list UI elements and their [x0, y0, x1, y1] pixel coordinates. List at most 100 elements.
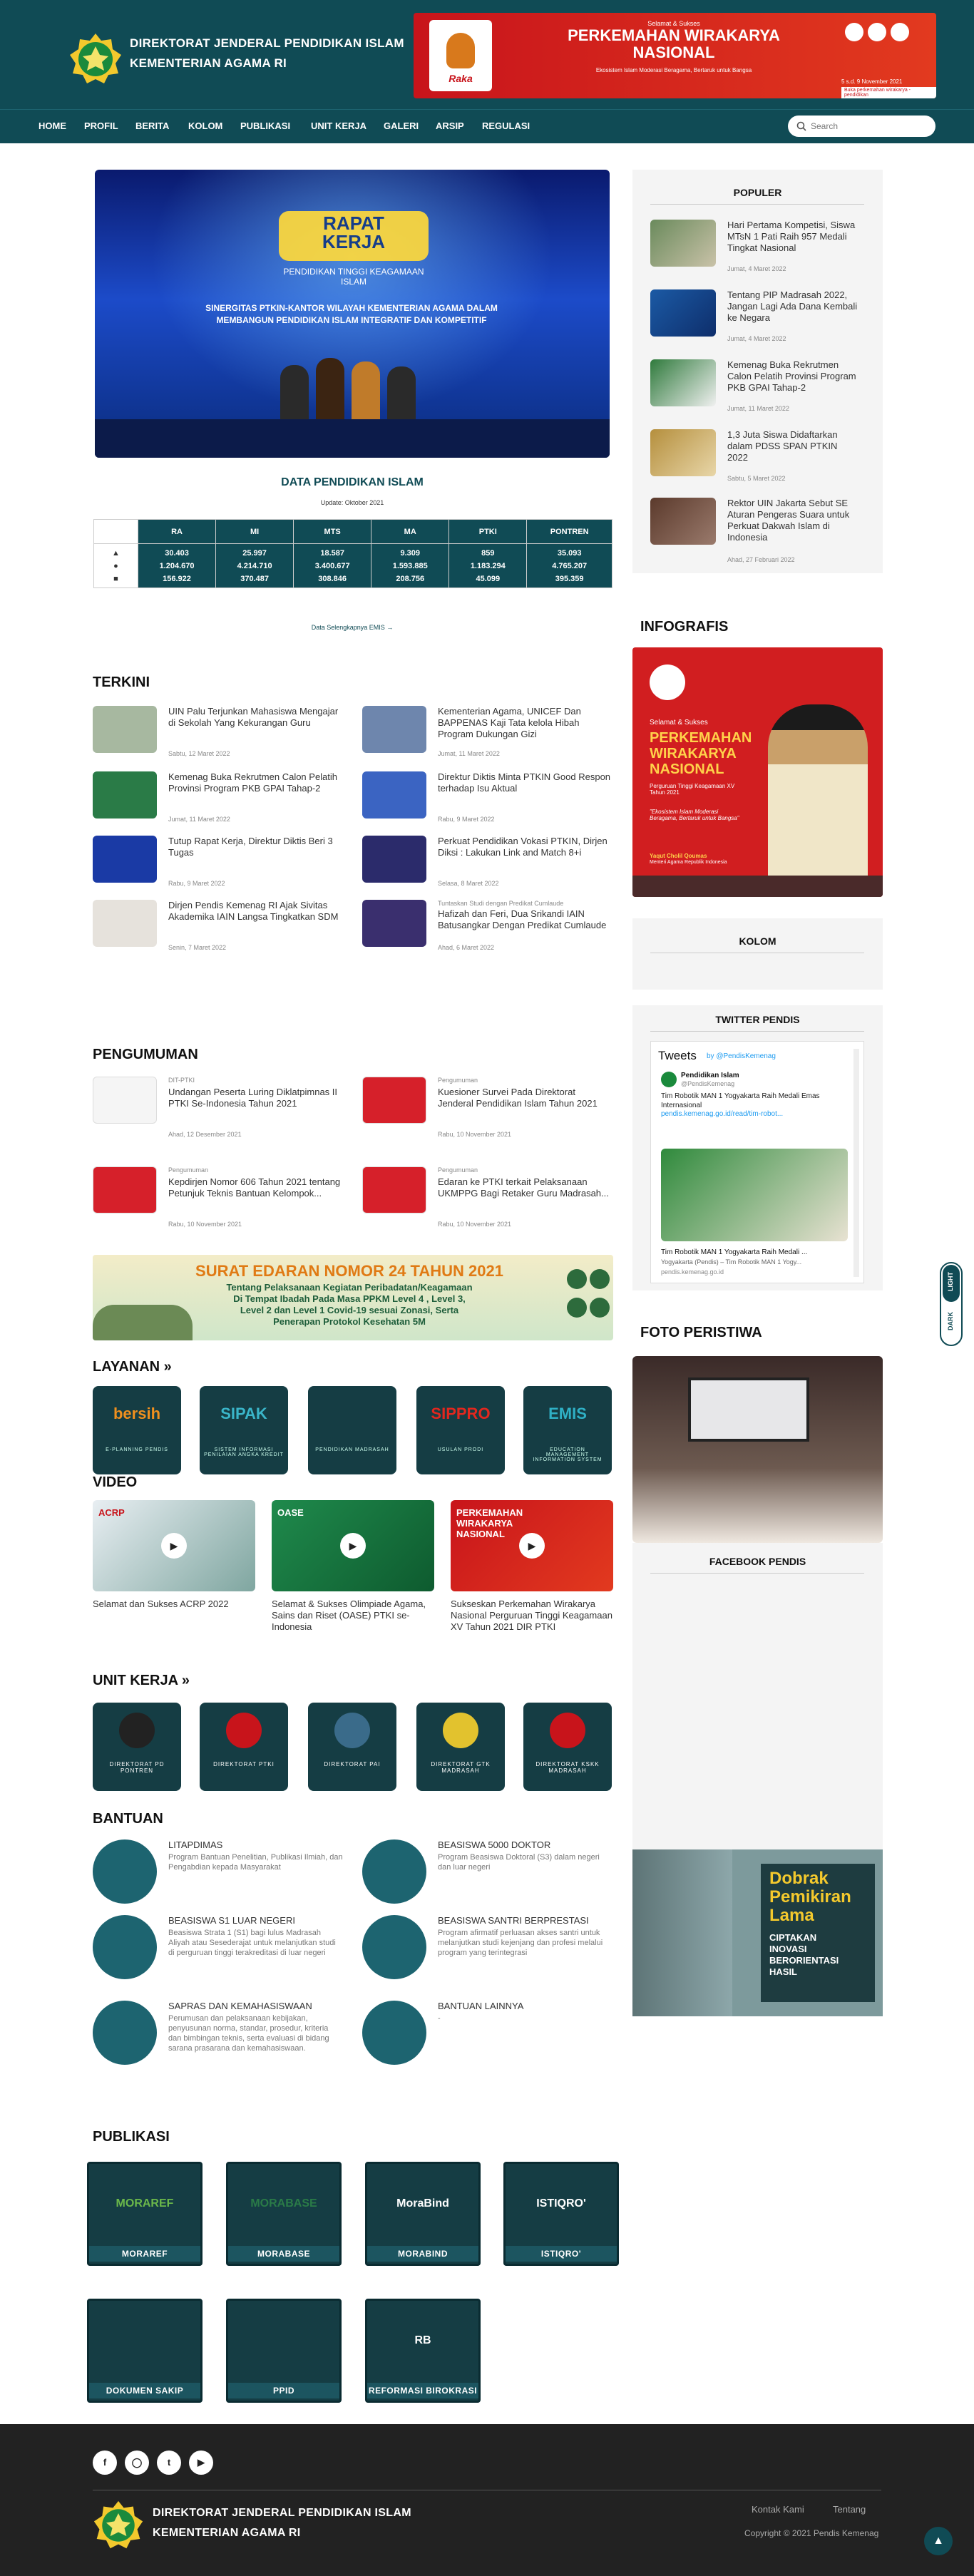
bantuan-title[interactable]: LITAPDIMAS — [168, 1839, 343, 1851]
bantuan-icon[interactable] — [93, 1839, 157, 1904]
header-banner[interactable]: Raka Selamat & Sukses PERKEMAHAN WIRAKAR… — [414, 13, 936, 98]
populer-title-2[interactable]: Tentang PIP Madrasah 2022, Jangan Lagi A… — [727, 289, 859, 324]
populer-title-4[interactable]: 1,3 Juta Siswa Didaftarkan dalam PDSS SP… — [727, 429, 859, 463]
bantuan-title[interactable]: SAPRAS DAN KEMAHASISWAAN — [168, 2001, 343, 2012]
news-thumb[interactable] — [362, 900, 426, 947]
infografis-card[interactable]: Selamat & Sukses PERKEMAHAN WIRAKARYA NA… — [632, 647, 883, 897]
layanan-title[interactable]: LAYANAN » — [93, 1359, 172, 1375]
video-title[interactable]: Selamat & Sukses Olimpiade Agama, Sains … — [272, 1599, 434, 1633]
play-icon[interactable]: ▶ — [340, 1533, 366, 1559]
cell-value: 30.403 — [165, 548, 189, 558]
news-title[interactable]: UIN Palu Terjunkan Mahasiswa Mengajar di… — [168, 706, 343, 729]
news-title[interactable]: Hafizah dan Feri, Dua Srikandi IAIN Batu… — [438, 908, 612, 931]
announcement-title[interactable]: Undangan Peserta Luring Diklatpimnas II … — [168, 1087, 343, 1109]
bantuan-title[interactable]: BEASISWA 5000 DOKTOR — [438, 1839, 612, 1851]
layanan-tile[interactable] — [308, 1386, 396, 1474]
building-icon: ▲ — [112, 548, 120, 558]
theme-light[interactable]: LIGHT — [947, 1272, 954, 1291]
news-thumb[interactable] — [93, 706, 157, 753]
instagram-icon[interactable]: ◯ — [125, 2451, 149, 2475]
col-ma: MA — [371, 519, 450, 544]
layanan-tile[interactable] — [416, 1386, 505, 1474]
news-thumb[interactable] — [93, 836, 157, 883]
nav-arsip[interactable]: ARSIP — [436, 109, 464, 143]
tweet-name[interactable]: Pendidikan Islam — [681, 1072, 739, 1079]
tweets-by[interactable]: by @PendisKemenag — [707, 1052, 776, 1060]
footer-kontak[interactable]: Kontak Kami — [752, 2504, 804, 2515]
nav-home[interactable]: HOME — [39, 109, 66, 143]
bantuan-title[interactable]: BEASISWA SANTRI BERPRESTASI — [438, 1915, 612, 1926]
play-icon[interactable]: ▶ — [519, 1533, 545, 1559]
news-title[interactable]: Perkuat Pendidikan Vokasi PTKIN, Dirjen … — [438, 836, 612, 858]
video-title[interactable]: Selamat dan Sukses ACRP 2022 — [93, 1599, 255, 1610]
unit-title[interactable]: UNIT KERJA » — [93, 1673, 190, 1689]
news-title[interactable]: Kementerian Agama, UNICEF Dan BAPPENAS K… — [438, 706, 612, 740]
nav-galeri[interactable]: GALERI — [384, 109, 419, 143]
nav-publikasi[interactable]: PUBLIKASI — [240, 109, 290, 143]
foto-image[interactable] — [632, 1356, 883, 1543]
news-thumb[interactable] — [93, 771, 157, 819]
announcement-title[interactable]: Kepdirjen Nomor 606 Tahun 2021 tentang P… — [168, 1176, 343, 1199]
search-input[interactable] — [811, 119, 925, 133]
announcement-thumb[interactable] — [362, 1077, 426, 1124]
announcement-title[interactable]: Kuesioner Survei Pada Direktorat Jendera… — [438, 1087, 612, 1109]
news-title[interactable]: Dirjen Pendis Kemenag RI Ajak Sivitas Ak… — [168, 900, 343, 923]
layanan-tile[interactable] — [200, 1386, 288, 1474]
twitter-icon[interactable]: t — [157, 2451, 181, 2475]
news-title[interactable]: Tutup Rapat Kerja, Direktur Diktis Beri … — [168, 836, 343, 858]
search-box[interactable] — [788, 116, 935, 137]
bantuan-title[interactable]: BANTUAN LAINNYA — [438, 2001, 612, 2012]
youtube-icon[interactable]: ▶ — [189, 2451, 213, 2475]
populer-thumb[interactable] — [650, 289, 716, 337]
bantuan-icon[interactable] — [362, 1839, 426, 1904]
announcement-thumb[interactable] — [93, 1077, 157, 1124]
dobrak-banner[interactable]: Dobrak Pemikiran Lama CIPTAKAN INOVASI B… — [632, 1849, 883, 2016]
nav-kolom[interactable]: KOLOM — [188, 109, 222, 143]
play-icon[interactable]: ▶ — [161, 1533, 187, 1559]
video-title[interactable]: Sukseskan Perkemahan Wirakarya Nasional … — [451, 1599, 613, 1633]
data-more-link[interactable]: Data Selengkapnya EMIS → — [95, 624, 610, 631]
twitter-timeline[interactable]: Tweets by @PendisKemenag Pendidikan Isla… — [650, 1041, 864, 1283]
news-thumb[interactable] — [362, 706, 426, 753]
kemenag-logo[interactable] — [68, 32, 123, 86]
populer-title-5[interactable]: Rektor UIN Jakarta Sebut SE Aturan Penge… — [727, 498, 859, 543]
news-thumb[interactable] — [362, 836, 426, 883]
nav-regulasi[interactable]: REGULASI — [482, 109, 530, 143]
nav-profil[interactable]: PROFIL — [84, 109, 118, 143]
facebook-icon[interactable]: f — [93, 2451, 117, 2475]
populer-thumb[interactable] — [650, 429, 716, 476]
back-to-top-icon[interactable]: ▲ — [924, 2527, 953, 2555]
populer-title-1[interactable]: Hari Pertama Kompetisi, Siswa MTsN 1 Pat… — [727, 220, 859, 254]
bantuan-icon[interactable] — [93, 1915, 157, 1979]
bantuan-icon[interactable] — [362, 1915, 426, 1979]
news-thumb[interactable] — [362, 771, 426, 819]
surat-edaran-banner[interactable]: SURAT EDARAN NOMOR 24 TAHUN 2021 Tentang… — [93, 1255, 613, 1340]
timeline-scrollbar[interactable] — [853, 1049, 859, 1277]
bantuan-title[interactable]: BEASISWA S1 LUAR NEGERI — [168, 1915, 343, 1926]
announcement-thumb[interactable] — [362, 1166, 426, 1213]
announcement-title[interactable]: Edaran ke PTKI terkait Pelaksanaan UKMPP… — [438, 1176, 612, 1199]
bantuan-icon[interactable] — [362, 2001, 426, 2065]
theme-dark[interactable]: DARK — [947, 1312, 954, 1330]
populer-thumb[interactable] — [650, 498, 716, 545]
populer-thumb[interactable] — [650, 359, 716, 406]
nav-unit-kerja[interactable]: UNIT KERJA — [311, 109, 366, 143]
footer-logo[interactable] — [93, 2500, 144, 2551]
news-thumb[interactable] — [93, 900, 157, 947]
theme-toggle[interactable]: LIGHT DARK — [940, 1262, 963, 1346]
footer-tentang[interactable]: Tentang — [833, 2504, 866, 2515]
unit-icon — [226, 1713, 262, 1748]
news-title[interactable]: Direktur Diktis Minta PTKIN Good Respon … — [438, 771, 612, 794]
announcement-thumb[interactable] — [93, 1166, 157, 1213]
bantuan-icon[interactable] — [93, 2001, 157, 2065]
dobrak-line4: CIPTAKAN — [769, 1932, 817, 1943]
populer-title-3[interactable]: Kemenag Buka Rekrutmen Calon Pelatih Pro… — [727, 359, 859, 394]
tweet-image[interactable] — [661, 1149, 848, 1241]
populer-thumb[interactable] — [650, 220, 716, 267]
nav-berita[interactable]: BERITA — [135, 109, 169, 143]
news-title[interactable]: Kemenag Buka Rekrutmen Calon Pelatih Pro… — [168, 771, 343, 794]
tweet-link[interactable]: pendis.kemenag.go.id/read/tim-robot... — [661, 1110, 846, 1118]
avatar[interactable] — [661, 1072, 677, 1087]
hero-image[interactable]: RAPAT KERJA PENDIDIKAN TINGGI KEAGAMAAN … — [95, 170, 610, 458]
layanan-tile[interactable] — [93, 1386, 181, 1474]
